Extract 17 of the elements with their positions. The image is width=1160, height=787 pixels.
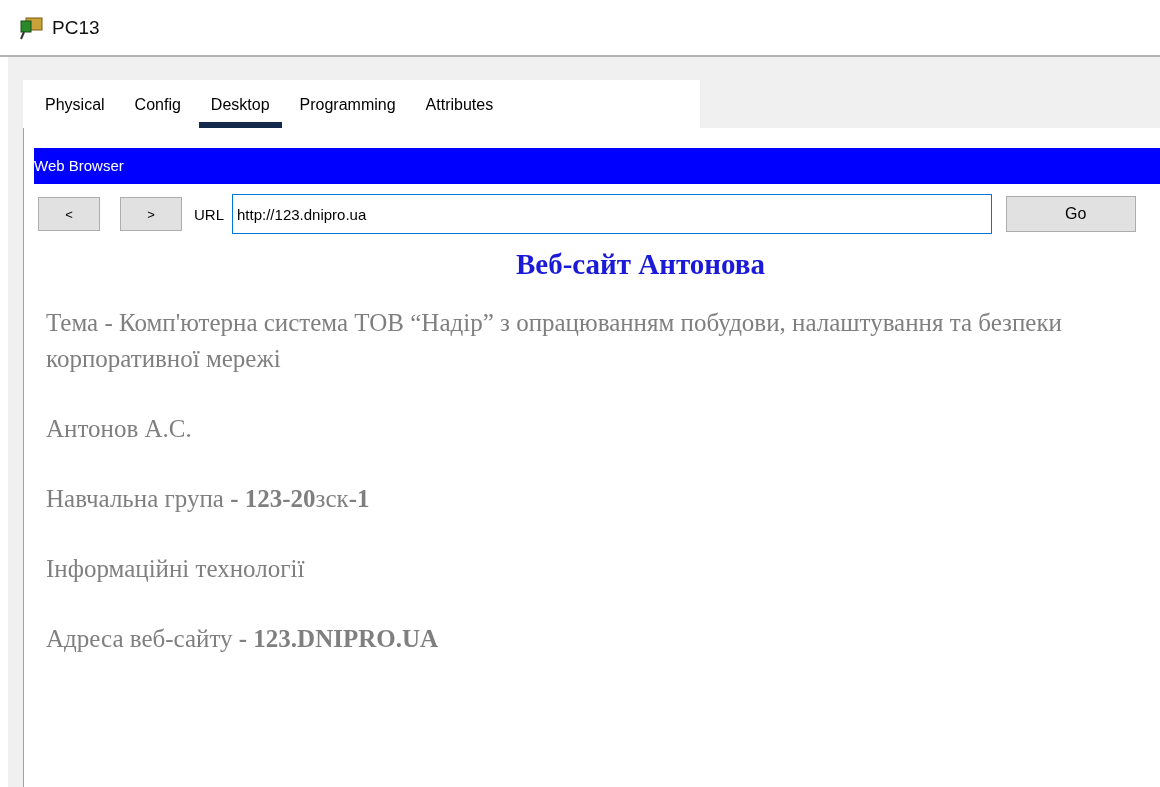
- paragraph: Адреса веб-сайту - 123.DNIPRO.UA: [46, 624, 440, 654]
- url-label: URL: [194, 205, 224, 223]
- tab[interactable]: Programming: [287, 96, 408, 128]
- paragraph: Навчальна група - 123-20зск-1: [46, 484, 371, 514]
- browser-title-bar: Web Browser: [34, 148, 1160, 184]
- page-heading: Веб-сайт Антонова: [515, 248, 766, 281]
- tab[interactable]: Config: [122, 96, 193, 128]
- paragraph: Антонов А.С.: [46, 414, 193, 444]
- tab[interactable]: Attributes: [413, 96, 506, 128]
- paragraph: Тема - Комп'ютерна система ТОВ “Надір” з опрацюванням побудови, налаштування та безпеки корпоративної мережі: [46, 308, 1063, 374]
- go-button[interactable]: Go: [1006, 196, 1136, 232]
- forward-button[interactable]: >: [120, 197, 182, 231]
- url-field[interactable]: http://123.dnipro.ua: [232, 194, 992, 234]
- back-button[interactable]: <: [38, 197, 100, 231]
- window-title: PC13: [52, 16, 100, 39]
- tab[interactable]: Physical: [33, 96, 117, 128]
- paragraph: Інформаційні технології: [46, 554, 306, 584]
